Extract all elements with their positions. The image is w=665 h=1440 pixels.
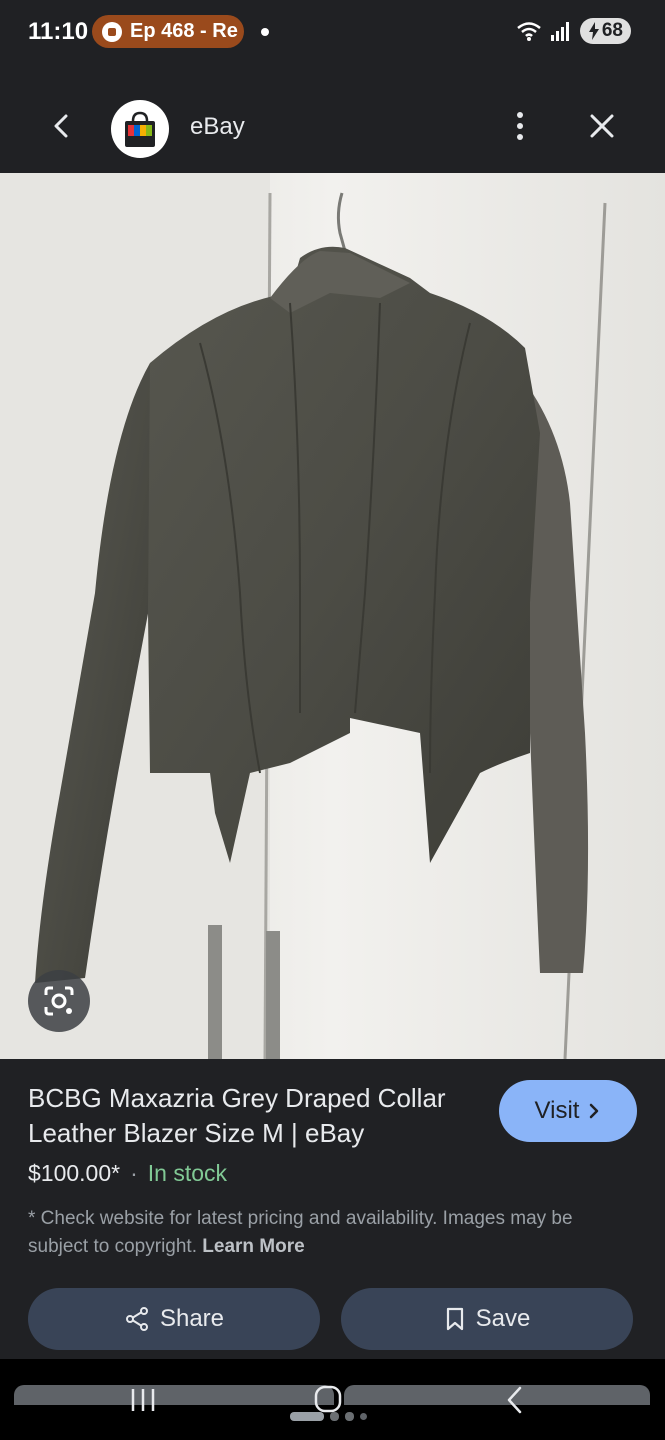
google-lens-icon xyxy=(44,986,74,1016)
stock-status: In stock xyxy=(147,1160,228,1186)
disclaimer: * Check website for latest pricing and a… xyxy=(28,1205,638,1261)
media-notification-pill[interactable]: Ep 468 - Re xyxy=(92,15,244,48)
chevron-right-icon xyxy=(590,1103,599,1119)
page-indicator-active xyxy=(290,1412,324,1421)
shopping-bag-icon xyxy=(125,111,155,147)
learn-more-link[interactable]: Learn More xyxy=(202,1236,304,1257)
site-title: eBay xyxy=(190,113,245,140)
price-separator: · xyxy=(130,1160,138,1186)
notification-pill-text: Ep 468 - Re xyxy=(130,20,238,42)
share-label: Share xyxy=(159,1305,225,1332)
signal-icon xyxy=(550,22,569,41)
share-button[interactable]: Share xyxy=(28,1288,320,1350)
battery-charging-icon xyxy=(588,22,599,40)
previous-page-peek xyxy=(14,1385,334,1405)
share-icon xyxy=(125,1307,148,1331)
page-indicator-dot xyxy=(345,1412,354,1421)
page-indicator xyxy=(290,1412,367,1421)
google-lens-button[interactable] xyxy=(28,970,90,1032)
product-title[interactable]: BCBG Maxazria Grey Draped Collar Leather… xyxy=(28,1081,478,1151)
status-time: 11:10 xyxy=(28,18,89,45)
podcast-icon xyxy=(102,21,122,42)
close-icon[interactable] xyxy=(584,108,620,144)
save-button[interactable]: Save xyxy=(341,1288,633,1350)
notification-dot xyxy=(261,28,269,36)
visit-button[interactable]: Visit xyxy=(499,1080,637,1142)
page-indicator-dot xyxy=(360,1413,367,1420)
battery-indicator: 68 xyxy=(579,18,631,44)
back-icon[interactable] xyxy=(496,1383,536,1417)
more-vert-icon[interactable] xyxy=(506,108,534,144)
recents-icon[interactable] xyxy=(123,1383,163,1417)
status-bar: 11:10 Ep 468 - Re 68 xyxy=(0,0,665,64)
page-indicator-dot xyxy=(330,1412,339,1421)
chevron-left-icon[interactable] xyxy=(44,108,80,144)
product-info-panel: BCBG Maxazria Grey Draped Collar Leather… xyxy=(0,1059,665,1359)
status-icons: 68 xyxy=(516,18,631,44)
battery-level: 68 xyxy=(601,20,623,41)
price-row: $100.00* · In stock xyxy=(28,1160,227,1187)
wifi-icon xyxy=(517,22,541,41)
bookmark-icon xyxy=(446,1307,463,1331)
product-image[interactable] xyxy=(0,173,665,1059)
app-header: eBay xyxy=(0,64,665,173)
price: $100.00* xyxy=(28,1160,121,1186)
jacket-photo xyxy=(0,173,665,1059)
visit-label: Visit xyxy=(534,1097,580,1124)
system-nav-bar xyxy=(0,1359,665,1440)
ebay-logo xyxy=(111,100,169,158)
save-label: Save xyxy=(475,1305,531,1332)
